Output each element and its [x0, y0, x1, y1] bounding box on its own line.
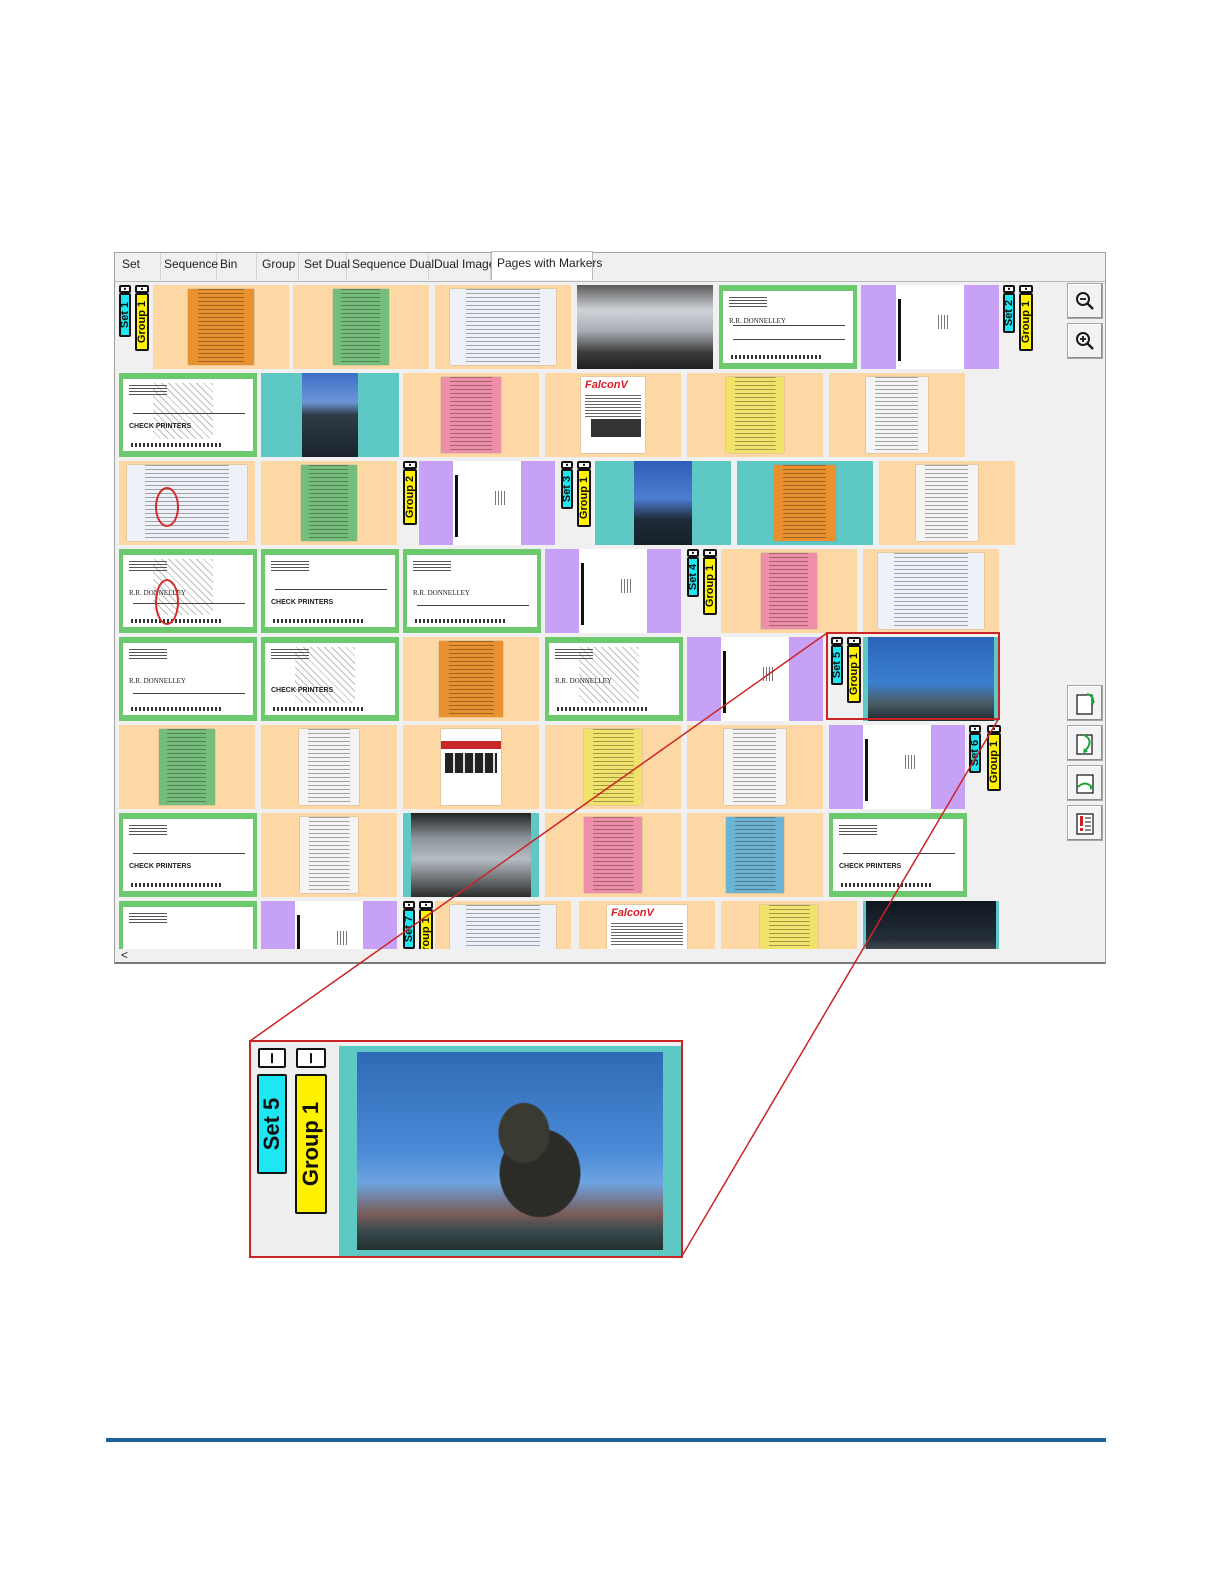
- lion-statue-photo: [357, 1052, 663, 1250]
- footer-rule: [106, 1438, 1106, 1442]
- set-marker-zoomed: Set 5: [257, 1074, 287, 1174]
- marker-tick: [258, 1048, 286, 1068]
- zoom-detail: Set 5 Group 1: [249, 1040, 683, 1258]
- zoom-connector-lines: [249, 632, 1000, 1257]
- marker-tick: [296, 1048, 326, 1068]
- page-thumbnail-zoomed: [339, 1046, 681, 1256]
- group-marker-zoomed: Group 1: [295, 1074, 327, 1214]
